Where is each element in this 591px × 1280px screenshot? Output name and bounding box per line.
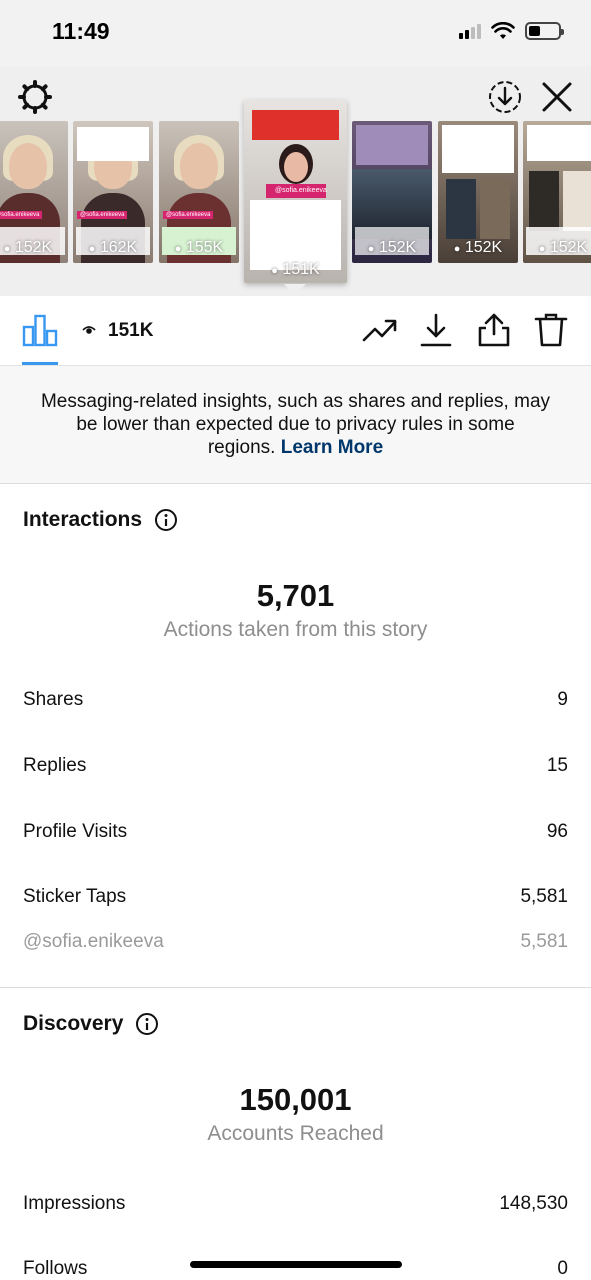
story-tag: @sofia.enikeeva <box>275 187 327 194</box>
metric-value: 148,530 <box>499 1193 568 1214</box>
selection-pointer <box>284 284 306 295</box>
story-view-count: ● 151K <box>271 261 320 278</box>
active-tab-indicator <box>22 362 58 365</box>
trash-icon[interactable] <box>533 312 569 348</box>
home-indicator[interactable] <box>190 1261 402 1268</box>
story-view-count: ● 152K <box>538 239 588 256</box>
metric-value: 9 <box>557 689 568 710</box>
share-icon[interactable] <box>476 312 512 348</box>
story-thumbnail[interactable]: @sofia.enikeeva ● 162K <box>73 121 153 263</box>
status-icons <box>459 22 564 40</box>
discovery-total: 150,001 <box>239 1082 352 1117</box>
story-thumbnail[interactable]: @sofia.enikeeva ● 152K <box>0 121 68 263</box>
battery-icon <box>525 22 564 40</box>
metric-row-shares: Shares 9 <box>23 689 568 711</box>
eye-icon <box>82 326 96 334</box>
story-view-count: ● 152K <box>367 239 417 256</box>
story-thumbnail-selected[interactable]: @sofia.enikeeva ● 151K <box>244 100 347 283</box>
metric-value: 15 <box>546 755 568 776</box>
story-strip: @sofia.enikeeva ● 152K @sofia.enikeeva ●… <box>0 66 591 296</box>
interactions-subtitle: Actions taken from this story <box>163 618 428 641</box>
metric-value: 0 <box>557 1258 568 1279</box>
story-view-count: ● 152K <box>3 239 53 256</box>
metric-row-sticker-mention: @sofia.enikeeva 5,581 <box>23 931 568 953</box>
story-tag: @sofia.enikeeva <box>163 211 214 219</box>
story-thumbnail[interactable]: ● 152K <box>523 121 591 263</box>
metric-value: 96 <box>546 821 568 842</box>
story-thumbnail[interactable]: @sofia.enikeeva ● 155K <box>159 121 239 263</box>
interactions-header: Interactions <box>23 508 178 532</box>
wifi-icon <box>491 22 515 39</box>
discovery-header: Discovery <box>23 1012 159 1036</box>
close-icon[interactable] <box>540 80 574 114</box>
info-icon[interactable] <box>135 1012 159 1036</box>
sticker-mention-value: 5,581 <box>520 931 568 952</box>
metric-label: Sticker Taps <box>23 886 127 907</box>
discovery-subtitle: Accounts Reached <box>207 1122 384 1145</box>
insights-toolbar: 151K <box>0 296 591 366</box>
story-tag: @sofia.enikeeva <box>0 211 43 219</box>
story-thumbnail[interactable]: ● 152K <box>438 121 518 263</box>
gear-icon[interactable] <box>18 80 52 114</box>
story-view-count: ● 152K <box>453 239 503 256</box>
metric-label: Replies <box>23 755 87 776</box>
learn-more-link[interactable]: Learn More <box>281 437 383 458</box>
signal-icon <box>459 23 481 39</box>
discovery-title: Discovery <box>23 1012 124 1035</box>
story-tag: @sofia.enikeeva <box>77 211 128 219</box>
status-bar: 11:49 <box>0 0 591 66</box>
story-view-count: ● 155K <box>174 239 224 256</box>
privacy-notice: Messaging-related insights, such as shar… <box>0 366 591 484</box>
sticker-mention-label: @sofia.enikeeva <box>23 931 164 952</box>
metric-label: Shares <box>23 689 84 710</box>
metric-row-profile-visits: Profile Visits 96 <box>23 821 568 843</box>
section-divider <box>0 987 591 988</box>
story-thumbnail[interactable]: ● 152K <box>352 121 432 263</box>
bar-chart-icon[interactable] <box>22 313 58 347</box>
metric-row-impressions: Impressions 148,530 <box>23 1193 568 1215</box>
interactions-title: Interactions <box>23 508 143 531</box>
metric-label: Follows <box>23 1258 88 1279</box>
status-time: 11:49 <box>52 18 110 44</box>
metric-label: Profile Visits <box>23 821 128 842</box>
metric-row-sticker-taps: Sticker Taps 5,581 <box>23 886 568 908</box>
view-count: 151K <box>108 320 154 341</box>
download-icon[interactable] <box>418 312 454 348</box>
metric-value: 5,581 <box>520 886 568 907</box>
download-circle-icon[interactable] <box>487 79 523 115</box>
metric-row-replies: Replies 15 <box>23 755 568 777</box>
info-icon[interactable] <box>154 508 178 532</box>
metric-label: Impressions <box>23 1193 126 1214</box>
interactions-total: 5,701 <box>256 578 335 613</box>
trending-icon[interactable] <box>362 312 398 348</box>
story-view-count: ● 162K <box>88 239 138 256</box>
